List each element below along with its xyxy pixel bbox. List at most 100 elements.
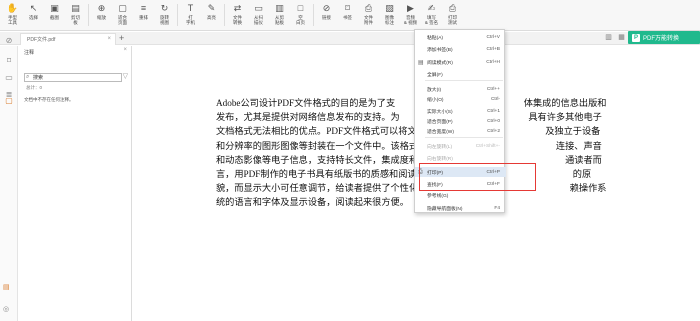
- sign-icon: ✍: [427, 3, 436, 13]
- menu-item-label: 全屏(F): [427, 72, 443, 78]
- menu-item-label: 适合宽度(W): [427, 129, 454, 135]
- toolbar-button-11[interactable]: ▭ 从扫 描仪: [248, 0, 269, 30]
- toolbar-separator: [177, 4, 178, 26]
- menu-item-0[interactable]: 粘贴(A) Ctrl+V: [415, 32, 506, 42]
- toolbar-button-8[interactable]: T 打 字机: [180, 0, 201, 30]
- toolbar-button-label: 图像 标注: [385, 15, 394, 25]
- filter-icon[interactable]: ▽: [123, 72, 128, 80]
- toolbar-separator: [313, 4, 314, 26]
- menu-item-shortcut: Ctrl+H: [486, 59, 500, 65]
- bookmark-icon: ⌑: [345, 3, 350, 13]
- add-tab-icon[interactable]: +: [119, 33, 124, 44]
- reflow-icon: ≡: [140, 3, 147, 13]
- tab-close-icon[interactable]: ×: [107, 36, 111, 42]
- toolbar-button-label: 剪切 板: [71, 15, 80, 25]
- toolbar-button-19[interactable]: ✍ 填写 & 签名: [421, 0, 442, 30]
- menu-item-6[interactable]: 实际大小(S) Ctrl+1: [415, 106, 506, 116]
- paste-icon: ▥: [275, 3, 284, 13]
- menu-item-label: 阅读模式(R): [427, 60, 453, 66]
- menu-item-1[interactable]: 添加书签(B) Ctrl+B: [415, 44, 506, 54]
- menu-item-7[interactable]: 适合页面(P) Ctrl+0: [415, 116, 506, 126]
- toolbar-button-17[interactable]: ▨ 图像 标注: [379, 0, 400, 30]
- toolbar-button-6[interactable]: ≡ 重排: [133, 0, 154, 30]
- menu-item-label: 放大(I): [427, 87, 442, 93]
- toolbar-button-4[interactable]: ⊕ 缩放: [91, 0, 112, 30]
- menu-item-3[interactable]: 全屏(F): [415, 69, 506, 79]
- menu-item-shortcut: Ctrl+1: [487, 108, 500, 114]
- toolbar-button-3[interactable]: ▤ 剪切 板: [65, 0, 86, 30]
- toolbar-button-12[interactable]: ▥ 从剪 贴板: [269, 0, 290, 30]
- menu-item-shortcut: Ctrl+B: [486, 46, 500, 52]
- toolbar-button-label: 音频 & 视频: [403, 15, 418, 25]
- toolbar-button-label: 打 字机: [186, 15, 195, 25]
- menu-item-10: 向右旋转(R): [415, 153, 506, 163]
- attachment-panel-icon[interactable]: ▤: [3, 283, 10, 291]
- menu-item-4[interactable]: 放大(I) Ctrl++: [415, 84, 506, 94]
- menu-item-label: 添加书签(B): [427, 47, 453, 53]
- toolbar-button-label: 截图: [50, 15, 59, 20]
- fit-page-icon: ▢: [118, 3, 127, 13]
- pdf-logo-icon: P: [632, 33, 640, 42]
- link-icon[interactable]: ⊘: [4, 36, 14, 46]
- scanner-icon: ▭: [254, 3, 263, 13]
- toolbar-button-label: 文件 附件: [364, 15, 373, 25]
- toolbar-button-label: 选择: [29, 15, 38, 20]
- toolbar-button-18[interactable]: ▶ 音频 & 视频: [400, 0, 421, 30]
- grid-view-icon[interactable]: ▦: [617, 33, 626, 42]
- page-thumbnail-icon[interactable]: ▭: [4, 73, 14, 83]
- toolbar-button-13[interactable]: □ 空 白页: [290, 0, 311, 30]
- attachment-icon: ⎙: [364, 3, 373, 13]
- menu-item-14[interactable]: 隐藏导航面板(N) F4: [415, 203, 506, 213]
- toolbar-button-label: 从扫 描仪: [254, 15, 263, 25]
- read-mode-icon: ▤: [418, 59, 424, 66]
- toolbar-button-10[interactable]: ⇄ 文件 转换: [227, 0, 248, 30]
- toolbar-button-14[interactable]: ⊘ 链接: [316, 0, 337, 30]
- toolbar-button-20[interactable]: ⎙ 打印 测试: [442, 0, 463, 30]
- menu-item-label: 隐藏导航面板(N): [427, 206, 463, 212]
- document-text: Adobe公司设计PDF文件格式的目的是为了支 体集成的信息出版和发布，尤其是提…: [216, 98, 607, 208]
- hand-icon: ✋: [6, 3, 19, 13]
- toolbar-button-9[interactable]: ✎ 高亮: [201, 0, 222, 30]
- menu-item-label: 向左旋转(L): [427, 144, 453, 150]
- image-annotation-icon: ▨: [385, 3, 394, 13]
- panel-title: 注释: [24, 50, 35, 56]
- toolbar-button-15[interactable]: ⌑ 书签: [337, 0, 358, 30]
- menu-item-label: 向右旋转(R): [427, 156, 453, 162]
- single-page-icon[interactable]: ▥: [604, 33, 613, 42]
- menu-item-2[interactable]: ▤ 阅读模式(R) Ctrl+H: [415, 57, 506, 67]
- menu-item-label: 实际大小(S): [427, 109, 453, 115]
- menu-item-8[interactable]: 适合宽度(W) Ctrl+2: [415, 126, 506, 136]
- tab-document[interactable]: PDF文件.pdf ×: [20, 33, 116, 45]
- menu-separator: [425, 137, 503, 138]
- zoom-icon: ⊕: [97, 3, 106, 13]
- toolbar-button-16[interactable]: ⎙ 文件 附件: [358, 0, 379, 30]
- menu-item-shortcut: Ctrl-: [490, 96, 500, 102]
- menu-item-9: 向左旋转(L) Ctrl+Shift+-: [415, 141, 506, 151]
- toolbar-button-label: 缩放: [97, 15, 106, 20]
- settings-icon[interactable]: ◎: [3, 305, 9, 313]
- toolbar-button-label: 旋转 视图: [160, 15, 169, 25]
- blank-page-icon: □: [297, 3, 304, 13]
- typewriter-icon: T: [187, 3, 194, 13]
- comment-icon[interactable]: ▢: [4, 96, 14, 106]
- menu-item-shortcut: Ctrl+2: [487, 128, 500, 134]
- bookmark-icon[interactable]: ⌑: [4, 56, 14, 66]
- highlight-icon: ✎: [207, 3, 216, 13]
- toolbar-button-2[interactable]: ▣ 截图: [44, 0, 65, 30]
- toolbar-button-5[interactable]: ▢ 适合 页面: [112, 0, 133, 30]
- toolbar-button-1[interactable]: ↖ 选择: [23, 0, 44, 30]
- toolbar-button-7[interactable]: ↻ 旋转 视图: [154, 0, 175, 30]
- pdf-convert-button[interactable]: P PDF万能转换: [628, 31, 700, 44]
- toolbar-button-label: 重排: [139, 15, 148, 20]
- menu-item-shortcut: Ctrl+0: [487, 118, 500, 124]
- tab-bar: PDF文件.pdf × +: [0, 32, 700, 45]
- menu-item-5[interactable]: 缩小(O) Ctrl-: [415, 94, 506, 104]
- annotation-search-input[interactable]: ⌕ 搜索: [24, 73, 122, 82]
- menu-item-shortcut: Ctrl+V: [486, 34, 500, 40]
- toolbar-button-label: 填写 & 签名: [424, 15, 439, 25]
- panel-close-icon[interactable]: ×: [123, 47, 127, 53]
- link-icon: ⊘: [322, 3, 331, 13]
- menu-item-13[interactable]: 参考线(G): [415, 190, 506, 200]
- view-tools: ▥ ▦: [604, 33, 626, 42]
- toolbar-button-0[interactable]: ✋ 手型 工具: [2, 0, 23, 30]
